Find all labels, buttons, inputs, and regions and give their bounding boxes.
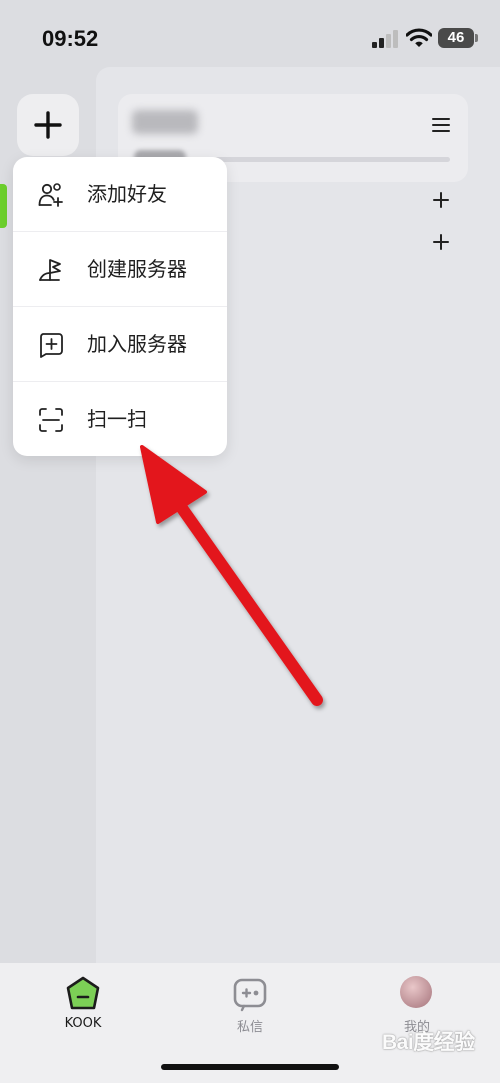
baidu-watermark: Bai度经验 [382, 1012, 492, 1062]
add-server-button[interactable] [17, 94, 79, 156]
tab-messages[interactable]: 私信 [195, 975, 305, 1035]
plus-icon [34, 111, 62, 139]
add-friend-icon [38, 183, 63, 207]
home-indicator [161, 1064, 339, 1070]
kook-home-icon [66, 976, 100, 1010]
active-server-indicator [0, 184, 7, 228]
add-popup-menu: 添加好友 创建服务器 加入服务器 扫一扫 [13, 157, 227, 456]
menu-item-scan[interactable]: 扫一扫 [13, 382, 227, 456]
status-bar: 09:52 46 [0, 0, 500, 70]
watermark-text: Bai度经验 [382, 1031, 475, 1054]
menu-item-label: 创建服务器 [87, 257, 187, 281]
menu-item-join-server[interactable]: 加入服务器 [13, 307, 227, 381]
tab-label: 私信 [236, 1020, 263, 1035]
tab-label: KOOK [64, 1016, 102, 1031]
scan-icon [39, 408, 63, 432]
menu-item-label: 加入服务器 [87, 332, 187, 356]
menu-item-add-friend[interactable]: 添加好友 [13, 157, 227, 231]
menu-item-create-server[interactable]: 创建服务器 [13, 232, 227, 306]
flag-icon [39, 259, 61, 281]
add-channel-icon[interactable] [431, 190, 451, 210]
server-progress-bar [190, 157, 450, 162]
menu-item-label: 扫一扫 [87, 407, 147, 431]
plus-bubble-icon [40, 333, 63, 358]
add-channel-icon[interactable] [431, 232, 451, 252]
wifi-icon [406, 28, 432, 47]
cellular-signal-icon [372, 30, 398, 48]
tab-kook[interactable]: KOOK [28, 975, 138, 1035]
battery-indicator: 46 [438, 28, 474, 48]
status-time: 09:52 [42, 26, 99, 51]
server-name-blurred [132, 110, 198, 134]
hamburger-menu-icon[interactable] [430, 114, 452, 136]
gamepad-message-icon [233, 978, 267, 1012]
avatar [400, 976, 432, 1008]
battery-nub [475, 34, 478, 42]
menu-item-label: 添加好友 [87, 182, 167, 206]
